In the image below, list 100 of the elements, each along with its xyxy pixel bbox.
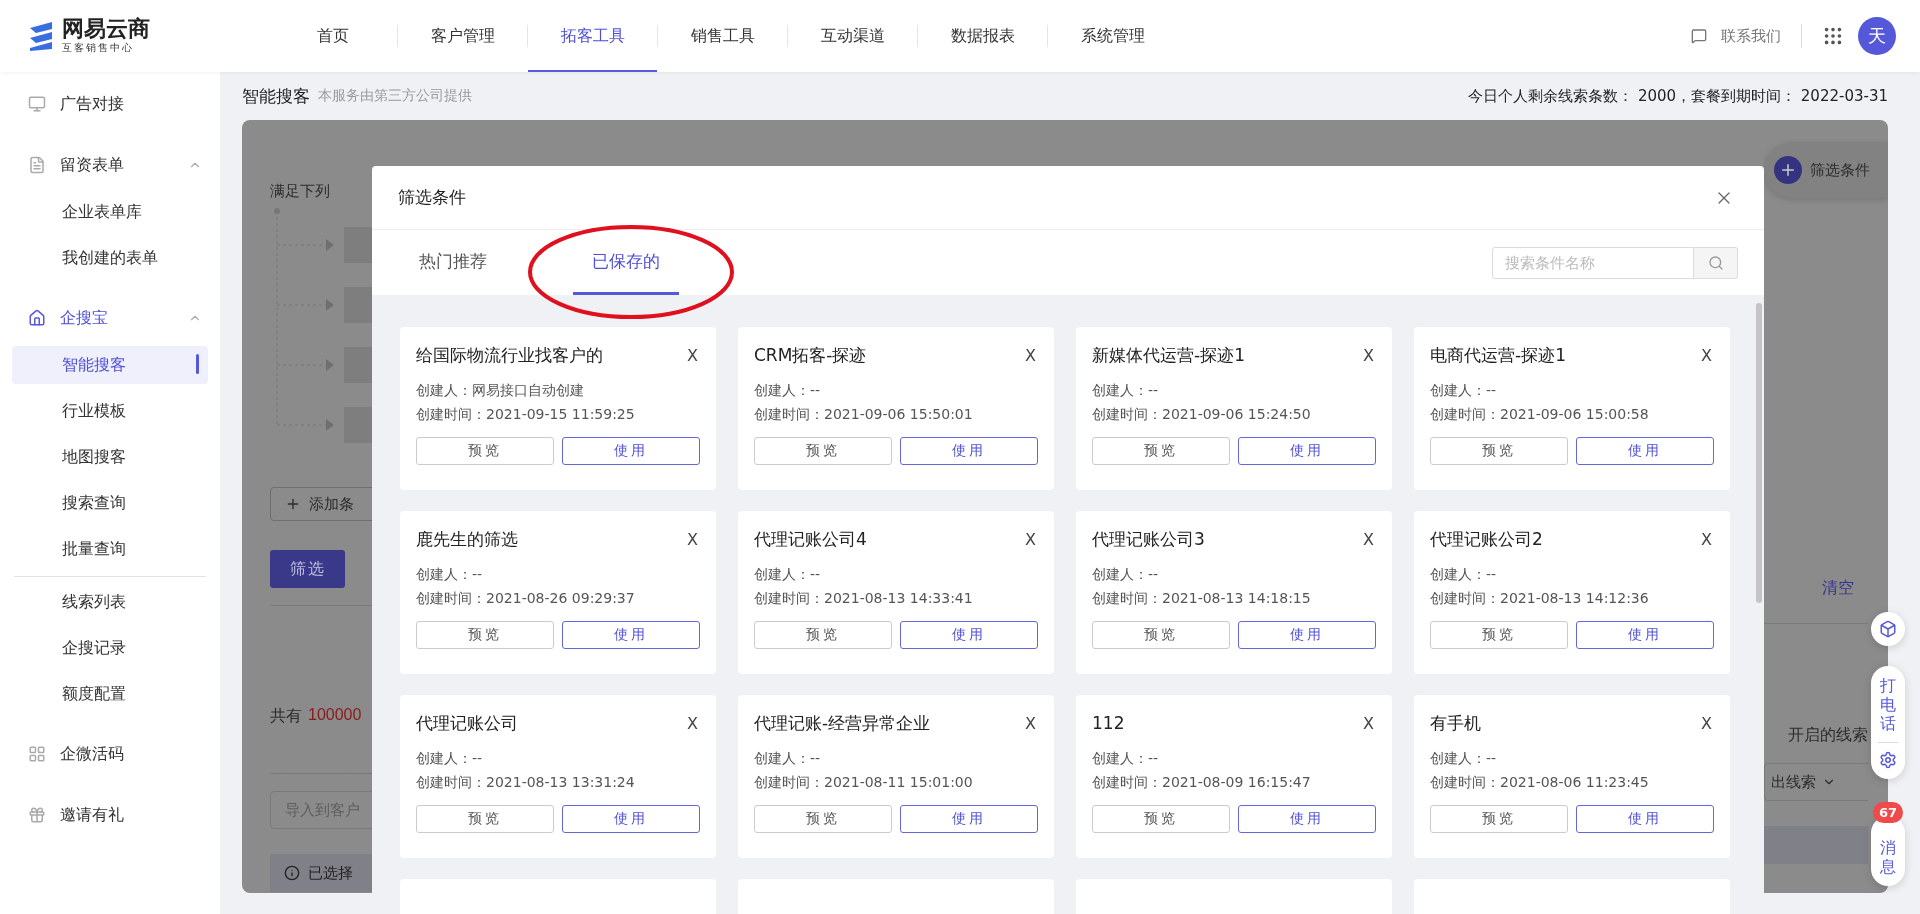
created-time-text: 创建时间：2021-08-06 11:23:45 xyxy=(1430,773,1650,792)
use-button[interactable]: 使用 xyxy=(1576,437,1714,465)
sidebar-group[interactable]: 留资表单 xyxy=(12,137,208,193)
creator-text: 创建人：-- xyxy=(1430,749,1498,768)
card-title: 代理记账公司2 xyxy=(1430,527,1543,551)
delete-button[interactable]: X xyxy=(1363,713,1374,733)
logo-title: 网易云商 xyxy=(62,16,150,42)
delete-button[interactable]: X xyxy=(1025,529,1036,549)
preview-button[interactable]: 预览 xyxy=(416,621,554,649)
preview-button[interactable]: 预览 xyxy=(1430,805,1568,833)
card-title: CRM拓客-探迹 xyxy=(754,343,867,367)
dialog-tab[interactable]: 热门推荐 xyxy=(389,230,517,295)
created-time-text: 创建时间：2021-08-13 13:31:24 xyxy=(416,773,636,792)
sidebar-item[interactable]: 搜索查询 xyxy=(12,484,208,522)
preview-button[interactable]: 预览 xyxy=(1430,437,1568,465)
preview-button[interactable]: 预览 xyxy=(1430,621,1568,649)
user-avatar[interactable]: 天 xyxy=(1858,17,1896,55)
created-time-text: 创建时间：2021-09-06 15:00:58 xyxy=(1430,405,1650,424)
preview-button[interactable]: 预览 xyxy=(416,437,554,465)
creator-text: 创建人：-- xyxy=(1430,565,1498,584)
use-button[interactable]: 使用 xyxy=(900,805,1038,833)
nav-tab[interactable]: 销售工具 xyxy=(658,0,787,72)
card-title: 112 xyxy=(1092,713,1125,733)
card-title: 代理记账-经营异常企业 xyxy=(754,711,931,735)
creator-text: 创建人：-- xyxy=(1092,749,1160,768)
creator-text: 创建人：-- xyxy=(754,565,822,584)
delete-button[interactable]: X xyxy=(1363,345,1374,365)
creator-text: 创建人：-- xyxy=(416,565,484,584)
creator-text: 创建人：-- xyxy=(754,381,822,400)
card-title: 代理记账公司 xyxy=(416,711,518,735)
creator-text: 创建人：-- xyxy=(416,749,484,768)
nav-tab[interactable]: 互动渠道 xyxy=(788,0,917,72)
use-button[interactable]: 使用 xyxy=(900,437,1038,465)
delete-button[interactable]: X xyxy=(1025,713,1036,733)
sidebar-item[interactable]: 行业模板 xyxy=(12,392,208,430)
card-title: 给国际物流行业找客户的 xyxy=(416,343,603,367)
sidebar-item[interactable]: 企业表单库 xyxy=(12,193,208,231)
card-title: 鹿先生的筛选 xyxy=(416,527,518,551)
delete-button[interactable]: X xyxy=(1701,713,1712,733)
nav-tab[interactable]: 客户管理 xyxy=(398,0,527,72)
preview-button[interactable]: 预览 xyxy=(416,805,554,833)
sidebar-item[interactable]: 线索列表 xyxy=(12,583,208,621)
delete-button[interactable]: X xyxy=(687,529,698,549)
use-button[interactable]: 使用 xyxy=(1576,621,1714,649)
use-button[interactable]: 使用 xyxy=(562,437,700,465)
sidebar-group[interactable]: 广告对接 xyxy=(12,76,208,132)
delete-button[interactable]: X xyxy=(687,713,698,733)
dialog-title: 筛选条件 xyxy=(398,186,466,209)
sidebar-item[interactable]: 企搜记录 xyxy=(12,629,208,667)
use-button[interactable]: 使用 xyxy=(1238,437,1376,465)
creator-text: 创建人：-- xyxy=(1430,381,1498,400)
nav-tab[interactable]: 首页 xyxy=(268,0,397,72)
created-time-text: 创建时间：2021-09-15 11:59:25 xyxy=(416,405,636,424)
contact-link[interactable]: 联系我们 xyxy=(1721,26,1781,46)
page-subtitle: 本服务由第三方公司提供 xyxy=(318,87,472,105)
card-title: 新媒体代运营-探迹1 xyxy=(1092,343,1245,367)
delete-button[interactable]: X xyxy=(1363,529,1374,549)
sidebar-group[interactable]: 邀请有礼 xyxy=(12,787,208,843)
sidebar-item[interactable]: 智能搜客 xyxy=(12,346,208,384)
notification-badge: 67 xyxy=(1873,802,1904,823)
preview-button[interactable]: 预览 xyxy=(754,805,892,833)
sidebar-item[interactable]: 地图搜客 xyxy=(12,438,208,476)
delete-button[interactable]: X xyxy=(687,345,698,365)
use-button[interactable]: 使用 xyxy=(1576,805,1714,833)
card-title: 电商代运营-探迹1 xyxy=(1430,343,1566,367)
sidebar-item[interactable]: 额度配置 xyxy=(12,675,208,713)
nav-tab[interactable]: 系统管理 xyxy=(1048,0,1177,72)
search-field[interactable]: 搜索条件名称 xyxy=(1492,246,1694,279)
preview-button[interactable]: 预览 xyxy=(754,621,892,649)
delete-button[interactable]: X xyxy=(1025,345,1036,365)
creator-text: 创建人：网易接口自动创建 xyxy=(416,381,585,400)
preview-button[interactable]: 预览 xyxy=(1092,437,1230,465)
sidebar-group[interactable]: 企搜宝 xyxy=(12,290,208,346)
sidebar-item[interactable]: 我创建的表单 xyxy=(12,239,208,277)
use-button[interactable]: 使用 xyxy=(562,805,700,833)
use-button[interactable]: 使用 xyxy=(900,621,1038,649)
quota-text: 今日个人剩余线索条数： 2000，套餐到期时间： 2022-03-31 xyxy=(1468,86,1888,106)
call-button[interactable]: 打电话 xyxy=(1880,676,1896,734)
preview-button[interactable]: 预览 xyxy=(754,437,892,465)
created-time-text: 创建时间：2021-08-13 14:18:15 xyxy=(1092,589,1312,608)
page-title: 智能搜客 xyxy=(242,84,310,108)
delete-button[interactable]: X xyxy=(1701,529,1712,549)
nav-tab[interactable]: 拓客工具 xyxy=(528,0,657,72)
card-title: 代理记账公司3 xyxy=(1092,527,1205,551)
filter-button[interactable]: 筛选 xyxy=(270,550,345,588)
nav-tab[interactable]: 数据报表 xyxy=(918,0,1047,72)
opened-leads-text: 开启的线索 xyxy=(1788,725,1868,746)
use-button[interactable]: 使用 xyxy=(1238,805,1376,833)
use-button[interactable]: 使用 xyxy=(562,621,700,649)
sidebar-item[interactable]: 批量查询 xyxy=(12,530,208,568)
created-time-text: 创建时间：2021-08-13 14:33:41 xyxy=(754,589,974,608)
selection-bar: 已选择 xyxy=(270,854,372,892)
use-button[interactable]: 使用 xyxy=(1238,621,1376,649)
filter-conditions-button[interactable]: 筛选条件 xyxy=(1764,142,1888,198)
preview-button[interactable]: 预览 xyxy=(1092,621,1230,649)
sidebar-group[interactable]: 企微活码 xyxy=(12,726,208,782)
delete-button[interactable]: X xyxy=(1701,345,1712,365)
preview-button[interactable]: 预览 xyxy=(1092,805,1230,833)
created-time-text: 创建时间：2021-08-09 16:15:47 xyxy=(1092,773,1312,792)
total-count-text: 共有 100000 xyxy=(270,706,363,726)
